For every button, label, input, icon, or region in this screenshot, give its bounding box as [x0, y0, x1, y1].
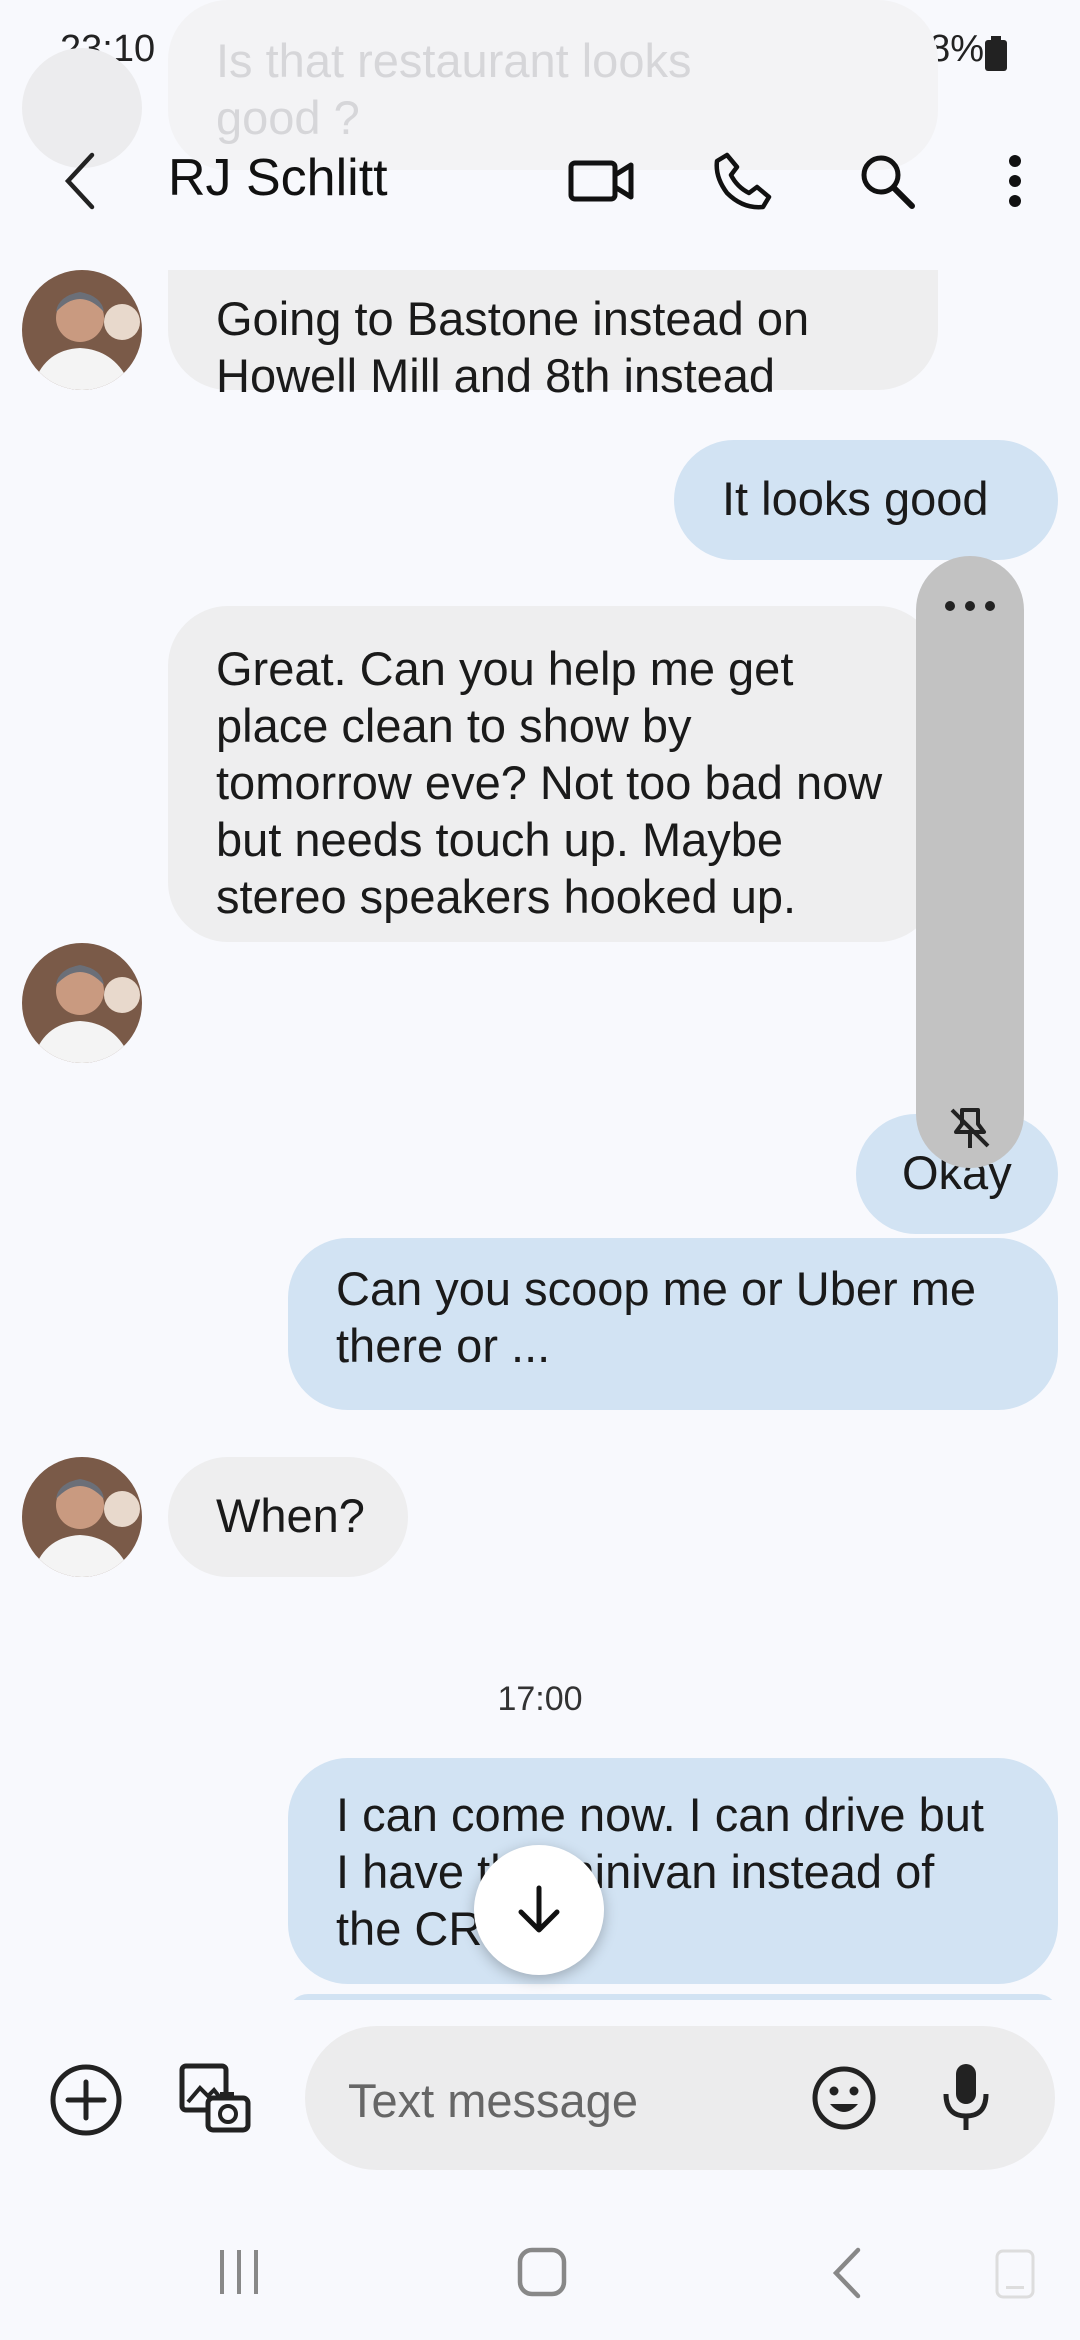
gallery-camera-button[interactable] — [176, 2060, 252, 2136]
message-list[interactable]: Going to Bastone instead on Howell Mill … — [0, 270, 1080, 2000]
search-button[interactable] — [852, 146, 922, 216]
message-text: When? — [216, 1489, 365, 1542]
message-bubble-outgoing[interactable]: Can you scoop me or Uber me there or ... — [288, 1238, 1058, 1410]
scroll-to-bottom-button[interactable] — [474, 1845, 604, 1975]
unpin-icon[interactable] — [946, 1104, 994, 1152]
arrow-down-icon — [518, 1885, 560, 1933]
phone-icon — [714, 152, 772, 210]
video-call-button[interactable] — [566, 146, 636, 216]
battery-icon — [985, 36, 1007, 71]
emoji-icon — [812, 2066, 876, 2130]
avatar[interactable] — [22, 270, 142, 390]
back-button[interactable] — [46, 146, 116, 216]
message-text: Going to Bastone instead on Howell Mill … — [216, 292, 810, 402]
voice-input-button[interactable] — [940, 2062, 992, 2134]
message-bubble-outgoing[interactable]: I can come now. I can drive but I have t… — [288, 1758, 1058, 1984]
message-timestamp: 17:00 — [497, 1680, 583, 1718]
contact-photo — [22, 1457, 142, 1577]
message-input-placeholder[interactable]: Text message — [348, 2073, 638, 2128]
more-horiz-icon[interactable] — [942, 596, 998, 616]
contact-name[interactable]: RJ Schlitt — [168, 148, 388, 208]
video-call-icon — [568, 160, 634, 202]
gallery-camera-icon — [179, 2063, 251, 2133]
message-text: It looks good — [722, 472, 989, 525]
voice-call-button[interactable] — [708, 146, 778, 216]
system-navigation-bar — [0, 2200, 1080, 2340]
back-nav-icon[interactable] — [828, 2246, 864, 2300]
message-bubble-incoming[interactable]: When? — [168, 1457, 408, 1577]
keyboard-toggle-icon[interactable] — [994, 2248, 1036, 2300]
mic-icon — [943, 2064, 989, 2130]
message-bubble-incoming[interactable]: Going to Bastone instead on Howell Mill … — [168, 270, 938, 402]
search-icon — [861, 155, 915, 209]
contact-photo — [22, 943, 142, 1063]
home-icon[interactable] — [516, 2246, 568, 2298]
message-bubble-partial[interactable] — [288, 1994, 1058, 2000]
message-text: Great. Can you help me get place clean t… — [216, 642, 883, 923]
back-arrow-icon — [64, 152, 95, 210]
message-bubble-outgoing[interactable]: It looks good — [674, 440, 1058, 560]
contact-photo — [22, 270, 142, 390]
message-text: I can come now. I can drive but I have t… — [336, 1788, 984, 1955]
recent-apps-icon[interactable] — [216, 2248, 262, 2296]
add-attachment-button[interactable] — [48, 2062, 124, 2138]
add-icon — [50, 2064, 122, 2136]
more-options-button[interactable] — [980, 146, 1050, 216]
floating-edge-panel[interactable] — [916, 556, 1024, 1168]
message-text: Can you scoop me or Uber me there or ... — [336, 1262, 977, 1372]
emoji-button[interactable] — [810, 2064, 878, 2132]
avatar[interactable] — [22, 1457, 142, 1577]
more-vert-icon — [1009, 155, 1021, 207]
avatar[interactable] — [22, 943, 142, 1063]
message-bubble-incoming[interactable]: Great. Can you help me get place clean t… — [168, 606, 938, 942]
conversation-header: RJ Schlitt — [0, 110, 1080, 250]
